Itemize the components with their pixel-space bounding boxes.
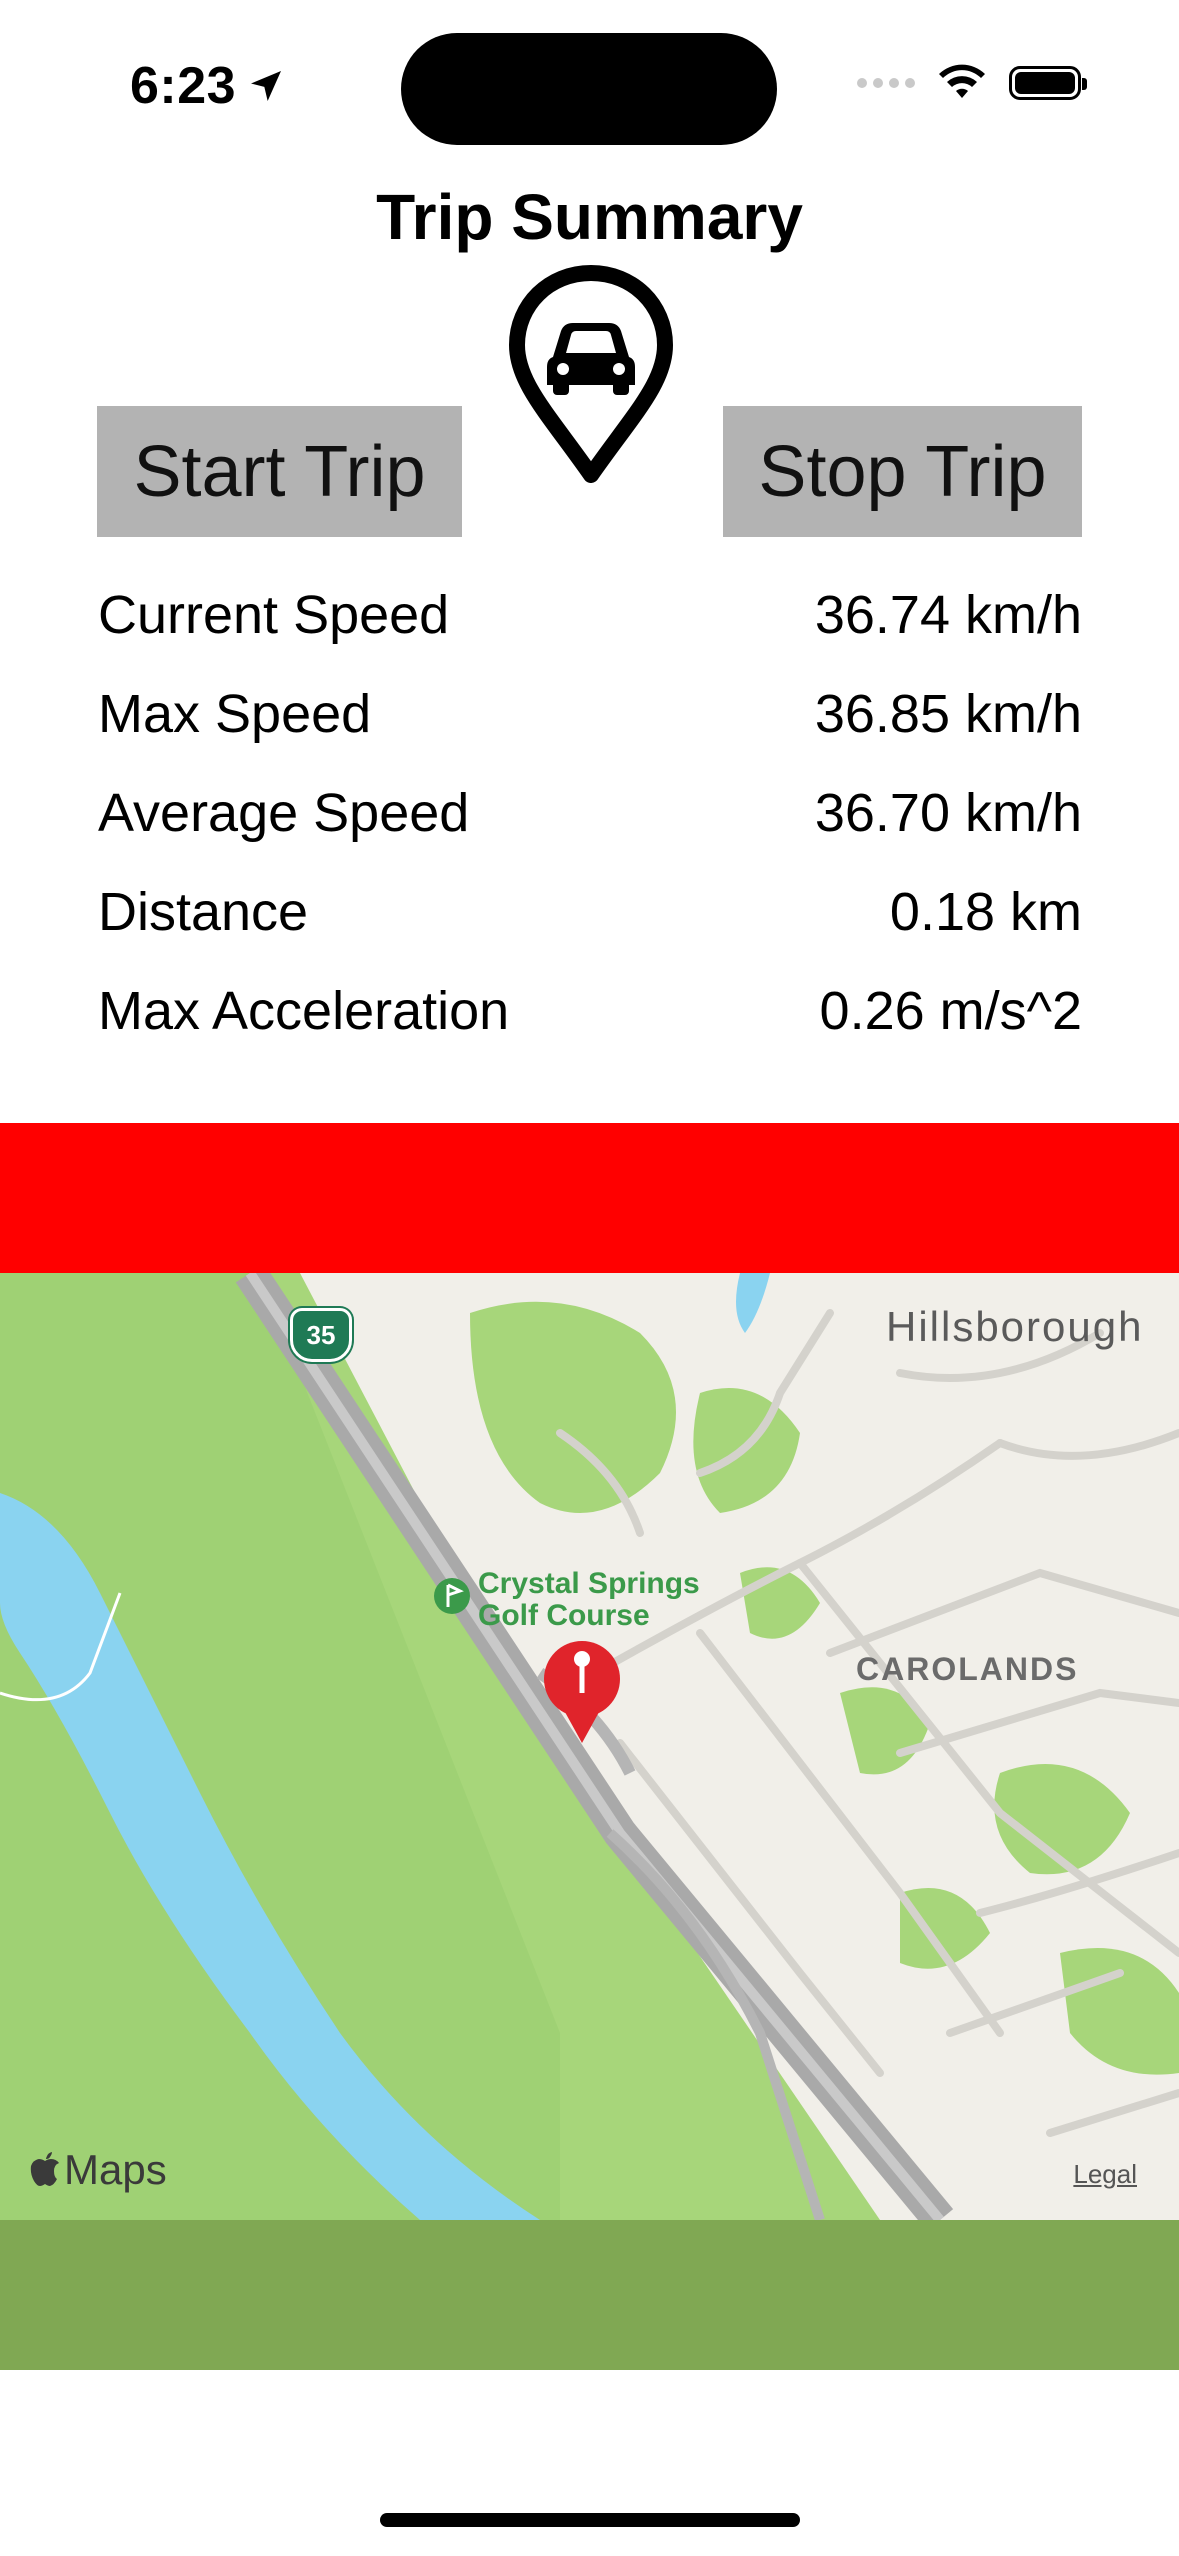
stat-row-average-speed: Average Speed 36.70 km/h [98,763,1082,862]
stat-value: 0.18 km [889,881,1082,942]
wifi-icon [939,64,985,98]
status-time: 6:23 [130,56,286,116]
trip-stats: Current Speed 36.74 km/h Max Speed 36.85… [98,565,1082,1060]
stat-value: 36.85 km/h [814,683,1082,744]
red-status-band [0,1123,1179,1273]
stop-trip-button[interactable]: Stop Trip [723,406,1082,537]
stat-value: 0.26 m/s^2 [819,980,1082,1041]
stat-value: 36.70 km/h [814,782,1082,843]
stat-row-max-speed: Max Speed 36.85 km/h [98,664,1082,763]
stat-label: Distance [98,881,309,942]
stat-row-distance: Distance 0.18 km [98,862,1082,961]
stat-label: Current Speed [98,584,450,645]
stat-label: Max Speed [98,683,372,744]
location-arrow-icon [251,71,282,101]
map-label-neighborhood: CAROLANDS [856,1651,1079,1687]
stat-label: Average Speed [98,782,470,843]
map-label-golf-course: Crystal Springs Golf Course [478,1568,700,1632]
stat-row-current-speed: Current Speed 36.74 km/h [98,565,1082,664]
stat-row-max-acceleration: Max Acceleration 0.26 m/s^2 [98,961,1082,1060]
stat-label: Max Acceleration [98,980,510,1041]
status-indicators [857,64,1087,102]
maps-text: Maps [64,2146,167,2193]
maps-attribution: Maps [30,2146,167,2194]
cellular-signal-icon [857,78,915,88]
start-trip-button[interactable]: Start Trip [97,406,462,537]
route-35-shield: 35 [290,1308,352,1362]
green-status-band [0,2220,1179,2370]
page-title: Trip Summary [376,181,803,253]
home-indicator[interactable] [380,2513,800,2527]
golf-label-line1: Crystal Springs [478,1567,700,1600]
clock: 6:23 [130,57,237,115]
legal-link[interactable]: Legal [1073,2159,1137,2190]
map-label-town: Hillsborough [886,1303,1144,1350]
apple-logo-icon [30,2152,59,2186]
map-view[interactable]: 35 Hillsborough CAROLANDS Crystal Spring… [0,1273,1179,2220]
dynamic-island [401,33,777,145]
car-location-pin-icon [509,265,673,483]
battery-icon [1009,66,1087,100]
golf-label-line2: Golf Course [478,1599,650,1632]
map-canvas[interactable] [0,1273,1179,2220]
stat-value: 36.74 km/h [814,584,1082,645]
